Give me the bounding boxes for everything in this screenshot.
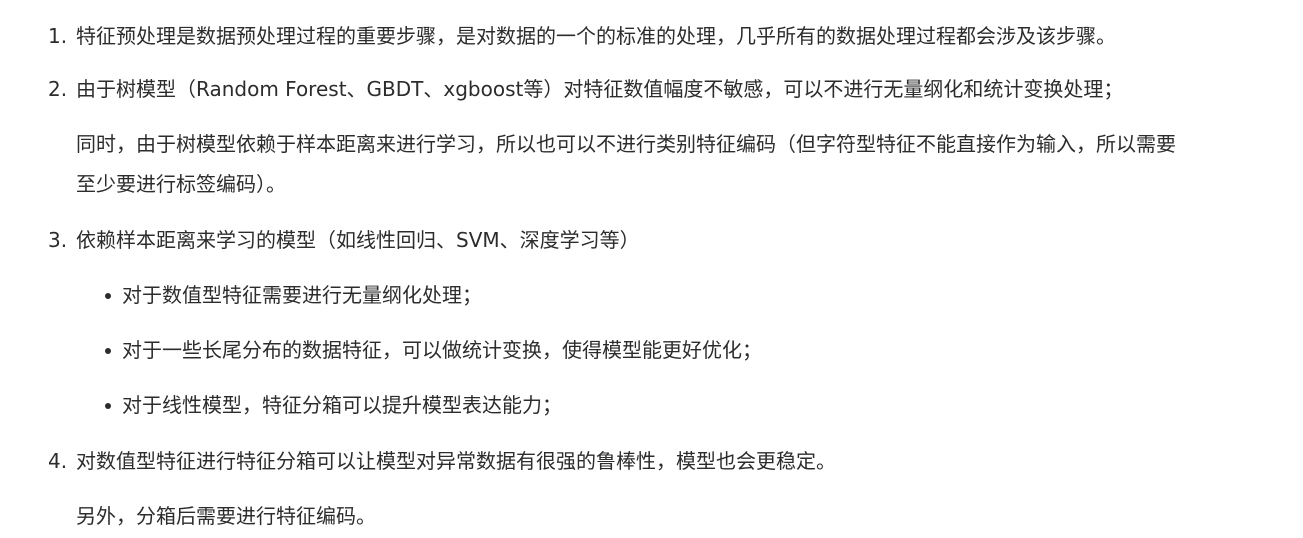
list-item-4-paragraph: 另外，分箱后需要进行特征编码。 bbox=[76, 504, 376, 528]
list-item-4-text: 对数值型特征进行特征分箱可以让模型对异常数据有很强的鲁棒性，模型也会更稳定。 bbox=[76, 449, 836, 473]
list-item-2-paragraph-line-1: 同时，由于树模型依赖于样本距离来进行学习，所以也可以不进行类别特征编码（但字符型… bbox=[76, 132, 1176, 156]
sub-list-item-1: 对于数值型特征需要进行无量纲化处理； bbox=[122, 283, 482, 307]
list-item-3-text: 依赖样本距离来学习的模型（如线性回归、SVM、深度学习等） bbox=[76, 228, 640, 252]
sub-list-item-3: 对于线性模型，特征分箱可以提升模型表达能力； bbox=[122, 393, 562, 417]
bullet-dot bbox=[105, 348, 111, 354]
list-number-4: 4. bbox=[48, 449, 68, 473]
list-item-2-text: 由于树模型（Random Forest、GBDT、xgboost等）对特征数值幅… bbox=[76, 77, 1124, 101]
list-item-1-text: 特征预处理是数据预处理过程的重要步骤，是对数据的一个的标准的处理，几乎所有的数据… bbox=[76, 24, 1116, 48]
article-content: 1. 特征预处理是数据预处理过程的重要步骤，是对数据的一个的标准的处理，几乎所有… bbox=[0, 0, 1303, 538]
list-number-3: 3. bbox=[48, 228, 68, 252]
list-item-2-paragraph-line-2: 至少要进行标签编码）。 bbox=[76, 172, 286, 196]
bullet-dot bbox=[105, 403, 111, 409]
sub-list-item-2: 对于一些长尾分布的数据特征，可以做统计变换，使得模型能更好优化； bbox=[122, 338, 762, 362]
bullet-dot bbox=[105, 293, 111, 299]
list-number-2: 2. bbox=[48, 77, 68, 101]
list-number-1: 1. bbox=[48, 24, 68, 48]
